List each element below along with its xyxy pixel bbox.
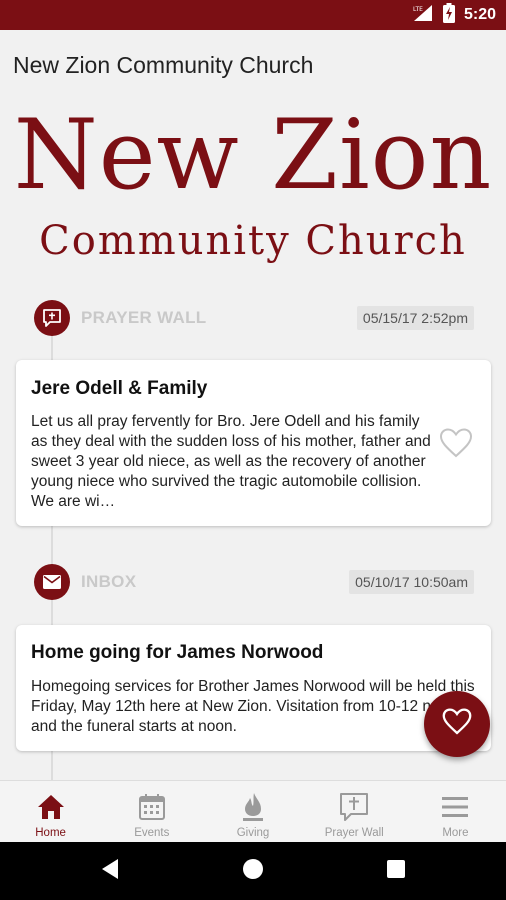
- prayer-wall-icon: [34, 300, 70, 336]
- nav-label: Prayer Wall: [324, 827, 384, 839]
- app-title: New Zion Community Church: [13, 52, 314, 78]
- card-title: Jere Odell & Family: [31, 378, 208, 399]
- home-system-button[interactable]: [223, 842, 283, 900]
- menu-icon: [441, 791, 469, 823]
- favorite-fab-button[interactable]: [424, 691, 490, 757]
- network-label: LTE: [413, 6, 423, 13]
- app-bar: New Zion Community Church: [0, 30, 506, 100]
- nav-giving[interactable]: Giving: [202, 781, 303, 842]
- section-timestamp: 05/15/17 2:52pm: [356, 306, 474, 330]
- square-recents-icon: [386, 859, 406, 884]
- logo-line1: New Zion: [13, 99, 493, 211]
- section-title: INBOX: [81, 572, 137, 591]
- calendar-icon: [138, 791, 166, 823]
- circle-home-icon: [242, 858, 264, 885]
- logo-line2: Community Church: [39, 218, 467, 264]
- heart-outline-icon[interactable]: [439, 428, 473, 463]
- section-timestamp: 05/10/17 10:50am: [349, 570, 474, 594]
- nav-home[interactable]: Home: [0, 781, 101, 842]
- status-bar: LTE 5:20: [0, 0, 506, 30]
- lte-signal-icon: LTE: [412, 4, 434, 27]
- inbox-card[interactable]: Home going for James Norwood Homegoing s…: [16, 625, 491, 751]
- nav-label: Giving: [236, 827, 270, 839]
- church-logo: New Zion Community Church: [0, 100, 506, 270]
- card-title: Home going for James Norwood: [31, 642, 324, 663]
- nav-label: Home: [35, 827, 66, 839]
- bottom-nav: Home Events Giving Prayer Wall More: [0, 780, 506, 842]
- prayer-card[interactable]: Jere Odell & Family Let us all pray ferv…: [16, 360, 491, 526]
- nav-events[interactable]: Events: [101, 781, 202, 842]
- nav-more[interactable]: More: [405, 781, 506, 842]
- system-nav-bar: [0, 842, 506, 900]
- battery-charging-icon: [442, 2, 455, 28]
- mail-icon: [34, 564, 70, 600]
- recents-button[interactable]: [366, 842, 426, 900]
- nav-label: More: [442, 827, 469, 839]
- card-body: Homegoing services for Brother James Nor…: [31, 678, 475, 735]
- clock: 5:20: [463, 6, 496, 23]
- nav-label: Events: [134, 827, 170, 839]
- section-header-prayer-wall[interactable]: PRAYER WALL 05/15/17 2:52pm: [34, 300, 474, 336]
- section-header-inbox[interactable]: INBOX 05/10/17 10:50am: [34, 564, 474, 600]
- back-button[interactable]: [80, 842, 140, 900]
- status-icons: LTE 5:20: [412, 2, 496, 28]
- section-title: PRAYER WALL: [81, 308, 207, 327]
- prayer-wall-icon: [339, 791, 369, 823]
- heart-icon: [442, 708, 472, 740]
- card-body: Let us all pray fervently for Bro. Jere …: [31, 413, 431, 510]
- flame-icon: [241, 791, 265, 823]
- home-icon: [37, 791, 65, 823]
- nav-prayer-wall[interactable]: Prayer Wall: [304, 781, 405, 842]
- back-icon: [100, 858, 120, 885]
